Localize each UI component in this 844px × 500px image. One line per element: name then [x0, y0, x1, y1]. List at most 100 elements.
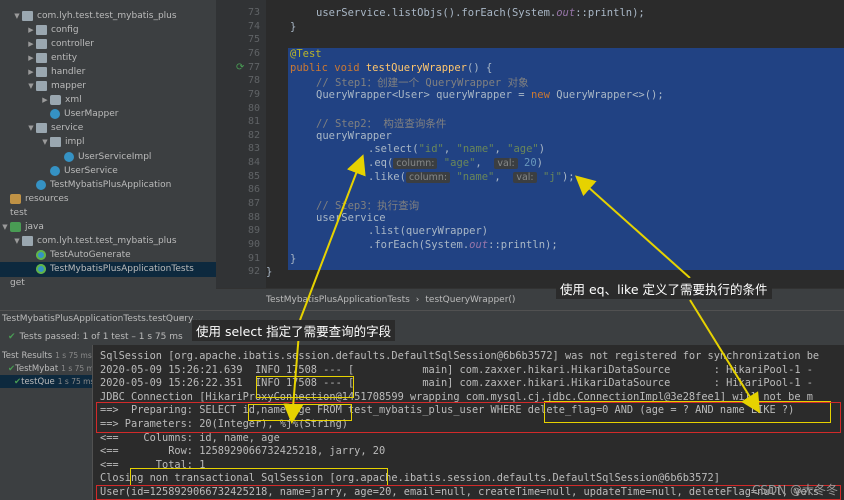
test-result-item[interactable]: ✔ TestMybat1 s 75 ms	[0, 362, 92, 375]
package-icon	[22, 10, 33, 21]
breadcrumb-class[interactable]: TestMybatisPlusApplicationTests	[266, 295, 410, 305]
expand-arrow-icon[interactable]: ▼	[26, 124, 36, 132]
package-icon	[36, 38, 47, 49]
line-number: 87	[247, 198, 260, 209]
tree-item[interactable]: ▼ service	[0, 121, 216, 136]
tree-item-label: resources	[25, 193, 69, 204]
code-editor[interactable]: userService.listObjs().forEach(System.ou…	[266, 0, 844, 288]
code-line-87: // Step3：执行查询	[316, 200, 420, 212]
line-number: 83	[247, 143, 260, 154]
tree-item[interactable]: ▼ com.lyh.test.test_mybatis_plus	[0, 8, 216, 23]
code-line-79: QueryWrapper<User> queryWrapper = new Qu…	[316, 89, 664, 101]
collapse-arrow-icon[interactable]: ▶	[26, 68, 36, 76]
class-icon	[64, 151, 74, 162]
close-tab-icon[interactable]: ×	[178, 314, 186, 324]
package-icon	[36, 52, 47, 63]
tree-item[interactable]: resources	[0, 191, 216, 206]
tree-item[interactable]: ▼ impl	[0, 135, 216, 150]
line-number: 89	[247, 225, 260, 236]
interface-icon	[50, 165, 60, 176]
code-line-85: .like(column: "name", val: "j");	[368, 171, 575, 183]
collapse-arrow-icon[interactable]: ▶	[26, 26, 36, 34]
test-class-icon	[36, 264, 46, 275]
tree-item-label: mapper	[51, 81, 86, 91]
breadcrumb-separator: ›	[415, 294, 420, 305]
line-number: 73	[247, 7, 260, 18]
code-line-88: userService	[316, 212, 386, 224]
expand-arrow-icon[interactable]: ▼	[40, 138, 50, 146]
closing-session-highlight	[130, 468, 388, 486]
collapse-arrow-icon[interactable]: ▶	[26, 40, 36, 48]
log-thread-highlight	[256, 376, 354, 398]
expand-arrow-icon[interactable]: ▼	[12, 12, 22, 20]
console-line: <== Columns: id, name, age	[100, 431, 280, 444]
tree-item[interactable]: UserMapper	[0, 107, 216, 122]
test-result-label: testQue	[21, 376, 55, 387]
tree-item[interactable]: UserService	[0, 163, 216, 178]
tree-item-label: handler	[51, 66, 86, 77]
line-number: 85	[247, 171, 260, 182]
watermark: CSDN @大冬冬	[751, 483, 838, 497]
tree-item[interactable]: test	[0, 205, 216, 220]
line-number: 86	[247, 184, 260, 195]
tree-item[interactable]: ▶ controller	[0, 36, 216, 51]
tree-item-label: UserService	[64, 165, 118, 176]
package-icon	[36, 81, 47, 91]
test-results-tree: Test Results1 s 75 ms✔ TestMybat1 s 75 m…	[0, 345, 93, 500]
tree-item[interactable]: ▶ entity	[0, 50, 216, 65]
code-line-73: userService.listObjs().forEach(System.ou…	[316, 7, 645, 19]
code-line-83: .select("id", "name", "age")	[368, 143, 546, 155]
line-number: 76	[247, 48, 260, 59]
collapse-arrow-icon[interactable]: ▶	[40, 96, 50, 104]
tree-item-label: xml	[65, 95, 82, 106]
tree-item[interactable]: ▼ mapper	[0, 79, 216, 94]
tree-item[interactable]: ▼ java	[0, 220, 216, 235]
tree-item-label: java	[25, 222, 44, 232]
tree-item[interactable]: ▶ handler	[0, 64, 216, 79]
line-number: 78	[247, 75, 260, 86]
code-line-90: .forEach(System.out::println);	[368, 239, 558, 251]
check-icon: ✔	[14, 376, 22, 387]
test-source-icon	[10, 222, 21, 232]
test-result-item[interactable]: Test Results 1 s 75 ms	[0, 349, 92, 362]
test-result-label: TestMybat	[15, 363, 59, 374]
tests-passed-text: Tests passed: 1 of 1 test – 1 s 75 ms	[19, 331, 183, 342]
tree-item-label: get	[10, 278, 25, 289]
package-icon	[22, 236, 33, 247]
expand-arrow-icon[interactable]: ▼	[0, 223, 10, 231]
tree-item[interactable]: TestMybatisPlusApplication	[0, 177, 216, 192]
resources-icon	[10, 193, 21, 204]
line-number: 75	[247, 34, 260, 45]
tree-item[interactable]: ▼ com.lyh.test.test_mybatis_plus	[0, 234, 216, 249]
tree-item[interactable]: ▶ config	[0, 22, 216, 37]
expand-arrow-icon[interactable]: ▼	[26, 82, 36, 90]
class-icon	[36, 179, 46, 190]
tree-item-label: entity	[51, 52, 78, 63]
code-line-92: }	[266, 266, 273, 278]
console-line: SqlSession [org.apache.ibatis.session.de…	[100, 350, 820, 362]
breadcrumb-method[interactable]: testQueryWrapper()	[425, 295, 515, 305]
tree-item[interactable]: UserServiceImpl	[0, 149, 216, 164]
run-tab-header: TestMybatisPlusApplicationTests.testQuer…	[0, 310, 844, 328]
code-line-78: // Step1：创建一个 QueryWrapper 对象	[316, 77, 529, 89]
tree-item-label: com.lyh.test.test_mybatis_plus	[37, 236, 177, 247]
line-number: 74	[247, 21, 260, 32]
tree-item[interactable]: TestAutoGenerate	[0, 248, 216, 263]
project-tree-footer	[0, 288, 216, 310]
tree-item-label: config	[51, 24, 79, 35]
run-test-gutter-icon[interactable]: ⟳	[236, 62, 244, 73]
tree-item[interactable]: TestMybatisPlusApplicationTests	[0, 261, 216, 277]
tree-item[interactable]: ▶ xml	[0, 93, 216, 108]
expand-arrow-icon[interactable]: ▼	[12, 237, 22, 245]
line-number: 77	[247, 62, 260, 73]
package-icon	[36, 123, 47, 134]
tree-item-label: controller	[51, 38, 94, 49]
line-number: 92	[247, 266, 260, 277]
code-line-76: @Test	[290, 48, 322, 60]
project-tree: ▼ com.lyh.test.test_mybatis_plus ▶ config ▶ c…	[0, 0, 216, 296]
run-tab-title[interactable]: TestMybatisPlusApplicationTests.testQuer…	[2, 314, 201, 324]
tree-item-label: TestMybatisPlusApplicationTests	[50, 264, 194, 275]
code-line-82: queryWrapper	[316, 130, 392, 142]
collapse-arrow-icon[interactable]: ▶	[26, 54, 36, 62]
test-result-item[interactable]: ✔ testQue 1 s 75 ms	[0, 375, 92, 388]
